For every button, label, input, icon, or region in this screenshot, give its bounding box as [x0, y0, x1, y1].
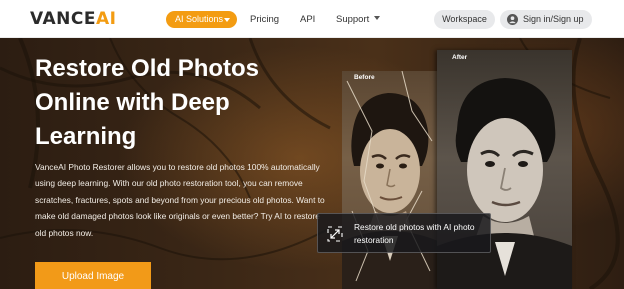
- expand-icon: [327, 226, 343, 242]
- after-photo: After: [437, 50, 572, 289]
- workspace-button[interactable]: Workspace: [434, 10, 495, 29]
- tooltip-text: Restore old photos with AI photo restora…: [354, 222, 475, 245]
- hero-headline: Restore Old Photos Online with Deep Lear…: [35, 55, 260, 150]
- chevron-down-icon: [224, 18, 230, 22]
- before-label: Before: [354, 74, 375, 81]
- hero-section: Restore Old Photos Online with Deep Lear…: [0, 38, 624, 289]
- vanceai-logo[interactable]: VANCEAI: [30, 9, 116, 29]
- signin-button[interactable]: Sign in/Sign up: [500, 10, 592, 29]
- user-icon: [507, 14, 518, 25]
- logo-text: VANCE: [30, 9, 96, 29]
- logo-accent-text: AI: [95, 9, 117, 29]
- before-photo: Before: [342, 71, 438, 289]
- nav-api-link[interactable]: API: [300, 13, 315, 26]
- nav-support-label: Support: [336, 14, 370, 25]
- nav-support-link[interactable]: Support: [336, 13, 381, 26]
- after-portrait: [437, 78, 572, 289]
- before-portrait: [342, 71, 438, 289]
- signin-label: Sign in/Sign up: [523, 14, 584, 24]
- upload-image-button[interactable]: Upload Image: [35, 262, 151, 289]
- nav-ai-solutions-button[interactable]: AI Solutions: [166, 11, 237, 28]
- nav-ai-solutions-label: AI Solutions: [175, 14, 224, 24]
- restore-tooltip[interactable]: Restore old photos with AI photo restora…: [317, 213, 491, 253]
- top-navigation: VANCEAI AI Solutions Pricing API Support…: [0, 0, 624, 38]
- chevron-down-icon: [374, 16, 381, 20]
- hero-description: VanceAI Photo Restorer allows you to res…: [35, 162, 325, 238]
- after-label: After: [452, 54, 468, 61]
- nav-pricing-link[interactable]: Pricing: [250, 13, 279, 26]
